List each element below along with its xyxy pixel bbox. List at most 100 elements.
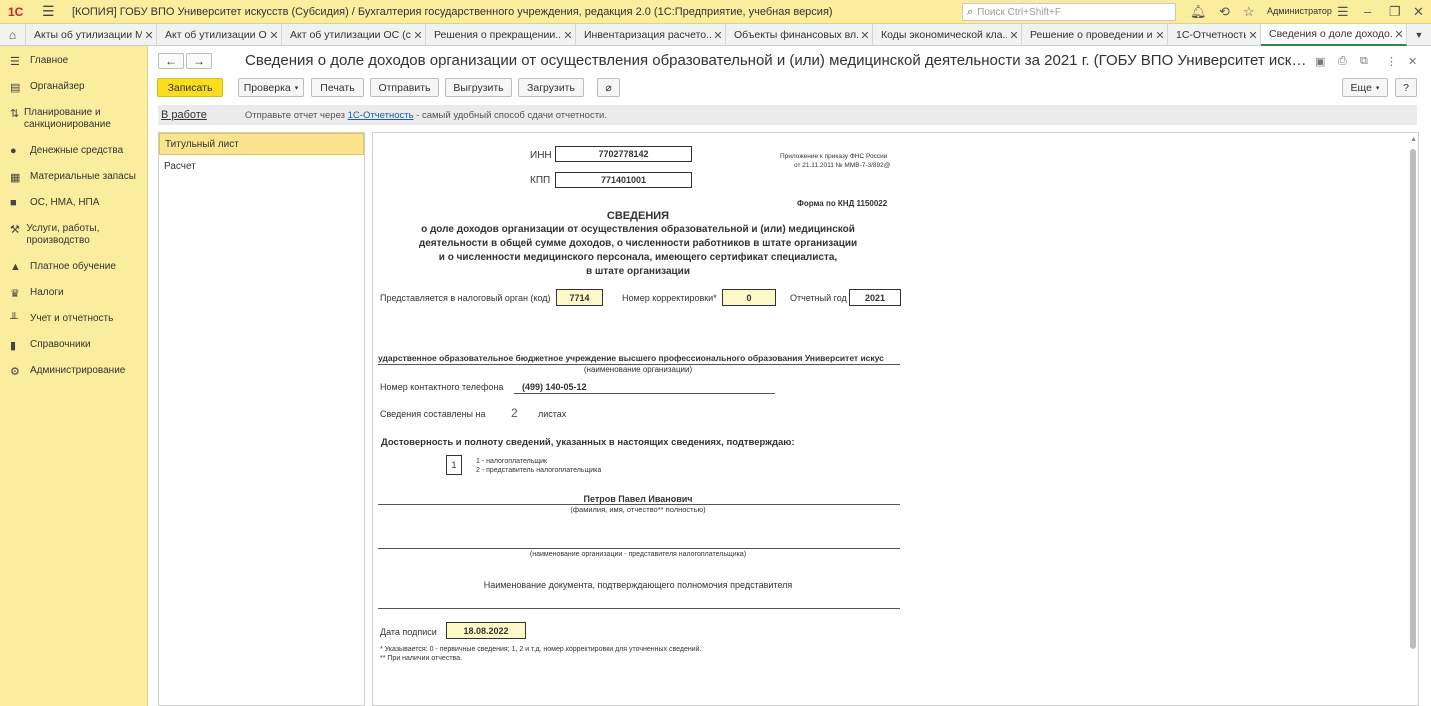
organizer-icon: ▤: [10, 82, 21, 94]
pages-field[interactable]: 2: [511, 406, 518, 420]
close-tab-icon[interactable]: ✕: [858, 29, 872, 42]
sidebar-item-services[interactable]: ⚒ Услуги, работы, производство: [0, 223, 140, 247]
sidebar-item-label: Планирование и санкционирование: [23, 107, 111, 130]
confirm-text: Достоверность и полноту сведений, указан…: [381, 437, 795, 448]
phone-label: Номер контактного телефона: [380, 382, 504, 392]
export-button[interactable]: Выгрузить: [445, 78, 512, 97]
scrollbar[interactable]: [1410, 149, 1416, 649]
sidebar-item-label: Налоги: [30, 287, 64, 298]
close-tab-icon[interactable]: ✕: [711, 29, 725, 42]
scroll-up-icon[interactable]: ▲: [1410, 136, 1417, 143]
link-icon[interactable]: ⧉: [1360, 55, 1368, 68]
sidebar-item-stock[interactable]: ▦ Материальные запасы: [0, 171, 136, 184]
sidebar-item-planning[interactable]: ⇅ Планирование и санкционирование: [0, 107, 140, 131]
search-input[interactable]: ⌕ Поиск Ctrl+Shift+F: [962, 3, 1176, 21]
sign-date-field[interactable]: 18.08.2022: [446, 622, 526, 639]
tab[interactable]: Инвентаризация расчето... ✕: [576, 24, 726, 46]
signer-name-field[interactable]: Петров Павел Иванович: [373, 494, 903, 504]
print-button[interactable]: Печать: [311, 78, 364, 97]
tab-active[interactable]: Сведения о доле доходо... ✕: [1261, 24, 1407, 46]
form-code: Форма по КНД 1150022: [797, 199, 888, 208]
save-button[interactable]: Записать: [157, 78, 223, 97]
sidebar-item-organizer[interactable]: ▤ Органайзер: [0, 81, 85, 94]
save-file-icon[interactable]: ▣: [1315, 55, 1325, 68]
back-button[interactable]: ←: [158, 53, 184, 69]
stock-icon: ▦: [10, 172, 21, 184]
tab[interactable]: Решение о проведении и... ✕: [1022, 24, 1168, 46]
close-tab-icon[interactable]: ✕: [1007, 29, 1021, 42]
sidebar-item-admin[interactable]: ⚙ Администрирование: [0, 365, 125, 378]
book-icon: ▮: [10, 340, 17, 352]
bell-icon[interactable]: 🔔︎: [1190, 4, 1207, 20]
tab[interactable]: 1С-Отчетность ✕: [1168, 24, 1261, 46]
send-button[interactable]: Отправить: [370, 78, 439, 97]
dropdown-icon: ▾: [1375, 84, 1380, 92]
forward-button[interactable]: →: [186, 53, 212, 69]
pages-label: Сведения составлены на: [380, 409, 486, 419]
section-title-page[interactable]: Титульный лист: [159, 133, 364, 155]
close-document-icon[interactable]: ✕: [1408, 55, 1417, 68]
close-window-icon[interactable]: ✕: [1413, 4, 1424, 20]
pages-suffix: листах: [538, 409, 567, 419]
close-tab-icon[interactable]: ✕: [267, 29, 281, 42]
tab-label: Инвентаризация расчето...: [584, 29, 711, 41]
close-tab-icon[interactable]: ✕: [1392, 28, 1406, 41]
representative-line: [378, 548, 900, 549]
sidebar-item-taxes[interactable]: ♛ Налоги: [0, 287, 64, 300]
signer-code-field[interactable]: 1: [446, 455, 462, 475]
close-tab-icon[interactable]: ✕: [561, 29, 575, 42]
phone-field[interactable]: (499) 140-05-12: [522, 382, 587, 392]
sidebar-item-label: Денежные средства: [30, 145, 124, 156]
arrow-left-icon: ←: [165, 54, 177, 68]
tab[interactable]: Акт об утилизации ОС ✕: [157, 24, 282, 46]
settings-menu-icon[interactable]: ☰: [1337, 4, 1349, 20]
inn-field[interactable]: 7702778142: [555, 146, 692, 162]
close-tab-icon[interactable]: ✕: [411, 29, 425, 42]
attach-button[interactable]: ⌀: [597, 78, 620, 97]
more-button[interactable]: Еще ▾: [1342, 78, 1388, 97]
star-icon[interactable]: ☆: [1243, 4, 1255, 20]
sidebar-item-references[interactable]: ▮ Справочники: [0, 339, 91, 352]
paperclip-icon: ⌀: [605, 81, 612, 94]
home-icon[interactable]: ⌂: [0, 24, 26, 46]
sidebar-item-assets[interactable]: ■ ОС, НМА, НПА: [0, 197, 99, 209]
sidebar-item-paid-education[interactable]: ▲ Платное обучение: [0, 261, 116, 273]
arrow-right-icon: →: [193, 54, 205, 68]
close-tab-icon[interactable]: ✕: [1153, 29, 1167, 42]
more-vertical-icon[interactable]: ⋮: [1386, 55, 1397, 68]
tab[interactable]: Объекты финансовых вл... ✕: [726, 24, 873, 46]
tax-authority-field[interactable]: 7714: [556, 289, 603, 306]
hint-suffix: - самый удобный способ сдачи отчетности.: [416, 109, 607, 121]
truck-icon: ■: [10, 197, 17, 209]
minimize-icon[interactable]: –: [1364, 4, 1371, 19]
tab-label: Объекты финансовых вл...: [734, 29, 858, 41]
correction-field[interactable]: 0: [722, 289, 776, 306]
print-icon[interactable]: ⎙: [1338, 55, 1347, 68]
close-tab-icon[interactable]: ✕: [1246, 29, 1260, 42]
tab[interactable]: Акт об утилизации ОС (с... ✕: [282, 24, 426, 46]
sidebar-item-money[interactable]: ● Денежные средства: [0, 145, 123, 157]
import-button[interactable]: Загрузить: [518, 78, 584, 97]
maximize-icon[interactable]: ❐: [1389, 4, 1401, 20]
check-button[interactable]: Проверка ▾: [238, 78, 304, 97]
section-calculation[interactable]: Расчет: [159, 155, 364, 177]
main-menu-icon[interactable]: ☰: [42, 3, 60, 20]
year-label: Отчетный год: [790, 293, 847, 303]
sidebar-item-accounting[interactable]: ╨ Учет и отчетность: [0, 313, 113, 325]
history-icon[interactable]: ⟲: [1219, 4, 1230, 20]
kpp-field[interactable]: 771401001: [555, 172, 692, 188]
sidebar-item-main[interactable]: ☰ Главное: [0, 55, 68, 68]
tab[interactable]: Акты об утилизации МЗ ✕: [26, 24, 157, 46]
close-tab-icon[interactable]: ✕: [142, 29, 156, 42]
appendix-line-2: от 21.11.2011 № ММВ-7-3/892@: [794, 162, 891, 169]
tab[interactable]: Коды экономической кла... ✕: [873, 24, 1022, 46]
tools-icon: ⚒: [10, 224, 20, 236]
status-link[interactable]: В работе: [161, 109, 207, 121]
user-name[interactable]: Администратор: [1267, 6, 1332, 16]
year-field[interactable]: 2021: [849, 289, 901, 306]
help-button[interactable]: ?: [1395, 78, 1417, 97]
tabs-more-icon[interactable]: ▼: [1407, 24, 1431, 45]
reporting-link[interactable]: 1С-Отчетность: [348, 110, 414, 121]
tab[interactable]: Решения о прекращении... ✕: [426, 24, 576, 46]
org-name-field[interactable]: ударственное образовательное бюджетное у…: [378, 353, 900, 363]
